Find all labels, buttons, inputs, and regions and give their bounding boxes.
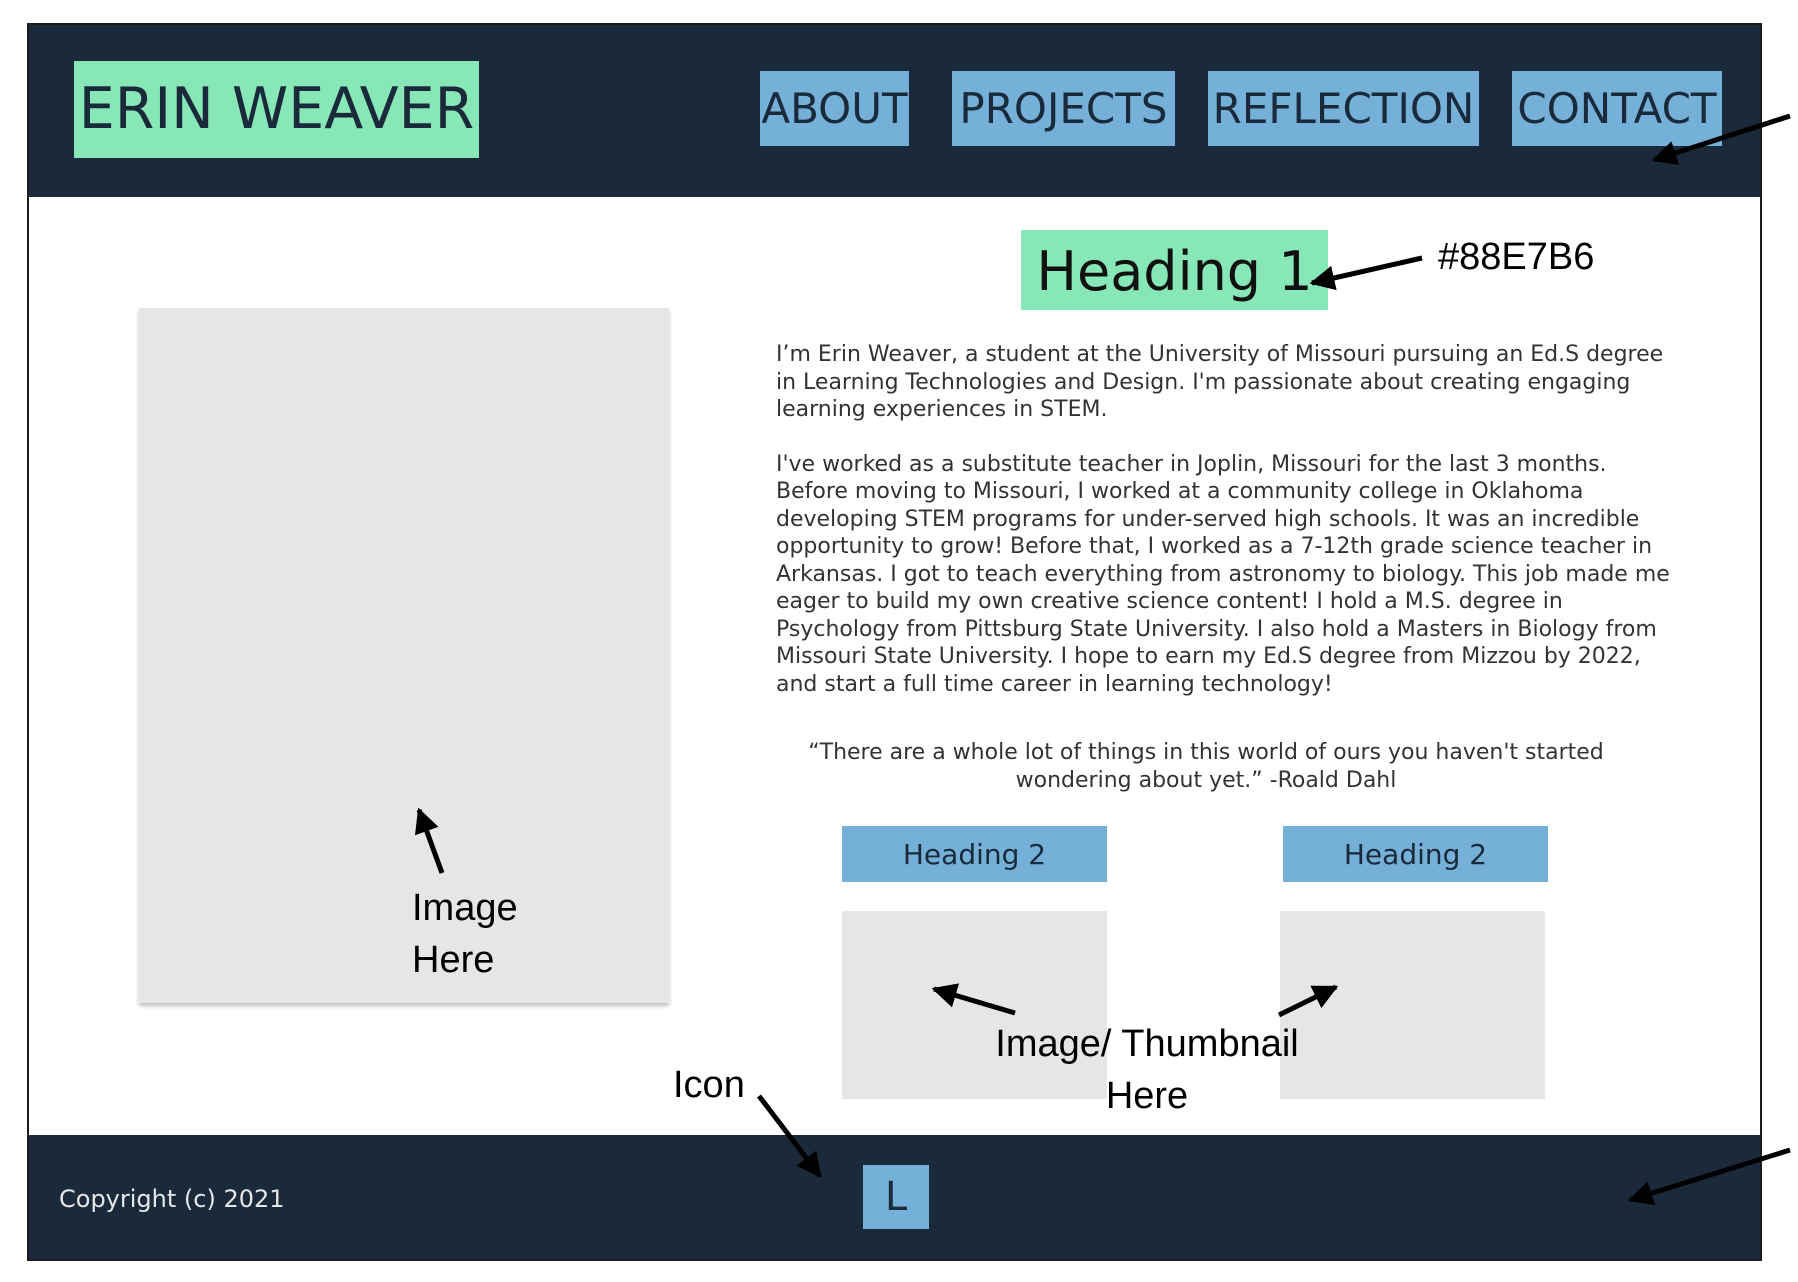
arrow-icon [931,983,1016,1016]
arrow-icon [1309,255,1423,291]
arrow-icon [1277,984,1339,1018]
arrow-icon [414,807,445,874]
arrow-icon [1651,113,1791,165]
annotation-arrows [414,113,1791,1206]
arrow-icon [757,1094,822,1178]
arrow-icon [1627,1147,1791,1206]
